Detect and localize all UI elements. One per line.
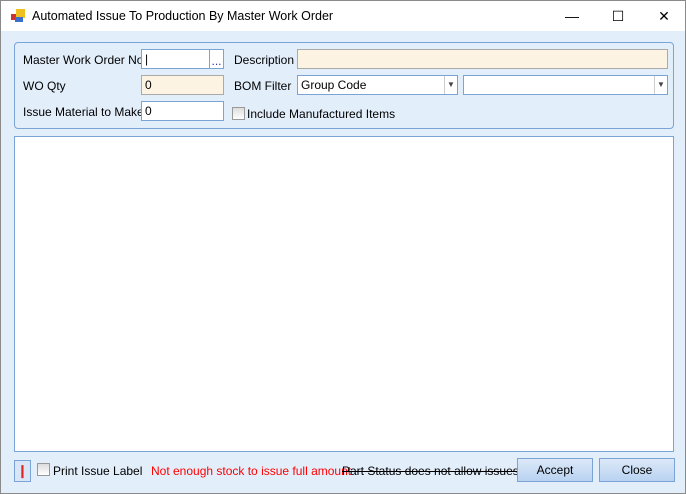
bom-filter-select[interactable]: Group Code ▼ — [297, 75, 458, 95]
description-label: Description — [234, 53, 295, 67]
print-label-text: Print Issue Label — [53, 464, 143, 478]
stock-warning-legend: Not enough stock to issue full amount — [151, 464, 352, 478]
pin-icon[interactable]: ❙ — [14, 460, 31, 482]
maximize-button[interactable]: ☐ — [595, 1, 641, 31]
filter-group: Master Work Order No | ... Description W… — [14, 42, 674, 129]
wo-qty-label: WO Qty — [23, 79, 66, 93]
issue-make-input[interactable]: 0 — [141, 101, 224, 121]
status-warning-legend: Part Status does not allow issues — [342, 464, 519, 478]
minimize-button[interactable]: — — [549, 1, 595, 31]
close-window-button[interactable]: ✕ — [641, 1, 686, 31]
wo-qty-field: 0 — [141, 75, 224, 95]
window-title: Automated Issue To Production By Master … — [32, 9, 334, 23]
bom-filter-value-select[interactable]: ▼ — [463, 75, 668, 95]
app-icon — [11, 9, 25, 22]
master-wo-label: Master Work Order No — [23, 53, 144, 67]
items-grid[interactable] — [14, 136, 674, 452]
close-button[interactable]: Close — [599, 458, 675, 482]
accept-button[interactable]: Accept — [517, 458, 593, 482]
title-bar: Automated Issue To Production By Master … — [1, 1, 685, 31]
window: Automated Issue To Production By Master … — [0, 0, 686, 494]
chevron-down-icon: ▼ — [444, 76, 457, 94]
bom-filter-label: BOM Filter — [234, 79, 292, 93]
bom-filter-value: Group Code — [301, 78, 367, 92]
issue-make-label: Issue Material to Make — [23, 105, 144, 119]
include-manufactured-checkbox[interactable] — [232, 107, 245, 120]
browse-button[interactable]: ... — [209, 49, 224, 69]
chevron-down-icon: ▼ — [654, 76, 667, 94]
description-field — [297, 49, 668, 69]
print-label-checkbox[interactable] — [37, 463, 50, 476]
include-manufactured-label: Include Manufactured Items — [247, 107, 396, 121]
